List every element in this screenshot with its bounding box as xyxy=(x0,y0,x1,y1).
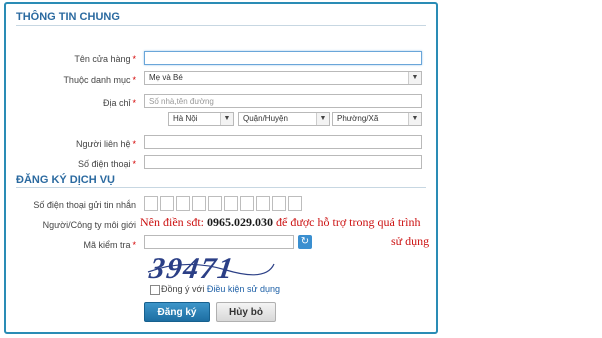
support-note-line2: sử dụng xyxy=(391,234,430,248)
contact-input[interactable] xyxy=(144,135,422,149)
digit-box[interactable] xyxy=(272,196,286,211)
phone-input[interactable] xyxy=(144,155,422,169)
digit-box[interactable] xyxy=(144,196,158,211)
digit-box[interactable] xyxy=(288,196,302,211)
section-title-general: THÔNG TIN CHUNG xyxy=(16,11,120,23)
category-value: Mẹ và Bé xyxy=(149,73,183,82)
address-placeholder: Số nhà,tên đường xyxy=(149,97,214,106)
support-note: Nên điền sđt: 0965.029.030 để được hỗ tr… xyxy=(140,215,421,229)
chevron-down-icon: ▼ xyxy=(408,72,421,84)
contact-label: Người liên hệ * xyxy=(76,139,136,149)
captcha-label: Mã kiểm tra * xyxy=(83,240,136,250)
digit-box[interactable] xyxy=(224,196,238,211)
chevron-down-icon: ▼ xyxy=(408,113,421,125)
section-title-service: ĐĂNG KÝ DỊCH VỤ xyxy=(16,174,116,186)
divider xyxy=(16,25,426,26)
digit-box[interactable] xyxy=(256,196,270,211)
store-name-label: Tên cửa hàng * xyxy=(74,54,136,64)
captcha-image: 39471 xyxy=(146,252,275,284)
divider xyxy=(16,187,426,188)
district-select[interactable]: Quận/Huyện ▼ xyxy=(238,112,330,126)
ward-value: Phường/Xã xyxy=(337,114,379,123)
phone-label: Số điện thoại * xyxy=(77,159,136,169)
category-label: Thuộc danh mục * xyxy=(63,75,136,85)
terms-link[interactable]: Điều kiện sử dụng xyxy=(207,284,280,294)
digit-box[interactable] xyxy=(240,196,254,211)
captcha-input[interactable] xyxy=(144,235,294,249)
agree-text: Đồng ý với Điều kiện sử dụng xyxy=(161,284,280,294)
digit-box[interactable] xyxy=(176,196,190,211)
category-select[interactable]: Mẹ và Bé ▼ xyxy=(144,71,422,85)
sms-phone-label: Số điện thoại gửi tin nhắn xyxy=(33,200,136,210)
address-label: Địa chỉ * xyxy=(102,98,136,108)
store-name-input[interactable] xyxy=(144,51,422,65)
city-value: Hà Nội xyxy=(173,114,198,123)
cancel-button[interactable]: Hủy bỏ xyxy=(216,302,276,322)
form-panel: THÔNG TIN CHUNG Tên cửa hàng * Thuộc danh… xyxy=(4,2,438,334)
chevron-down-icon: ▼ xyxy=(220,113,233,125)
referrer-label: Người/Công ty môi giới xyxy=(42,220,136,230)
chevron-down-icon: ▼ xyxy=(316,113,329,125)
city-select[interactable]: Hà Nội ▼ xyxy=(168,112,234,126)
register-button[interactable]: Đăng ký xyxy=(144,302,210,322)
ward-select[interactable]: Phường/Xã ▼ xyxy=(332,112,422,126)
refresh-icon[interactable]: ↻ xyxy=(298,235,312,249)
agree-checkbox[interactable] xyxy=(150,285,160,295)
digit-box[interactable] xyxy=(192,196,206,211)
address-input[interactable]: Số nhà,tên đường xyxy=(144,94,422,108)
digit-box[interactable] xyxy=(160,196,174,211)
district-value: Quận/Huyện xyxy=(243,114,288,123)
digit-box[interactable] xyxy=(208,196,222,211)
